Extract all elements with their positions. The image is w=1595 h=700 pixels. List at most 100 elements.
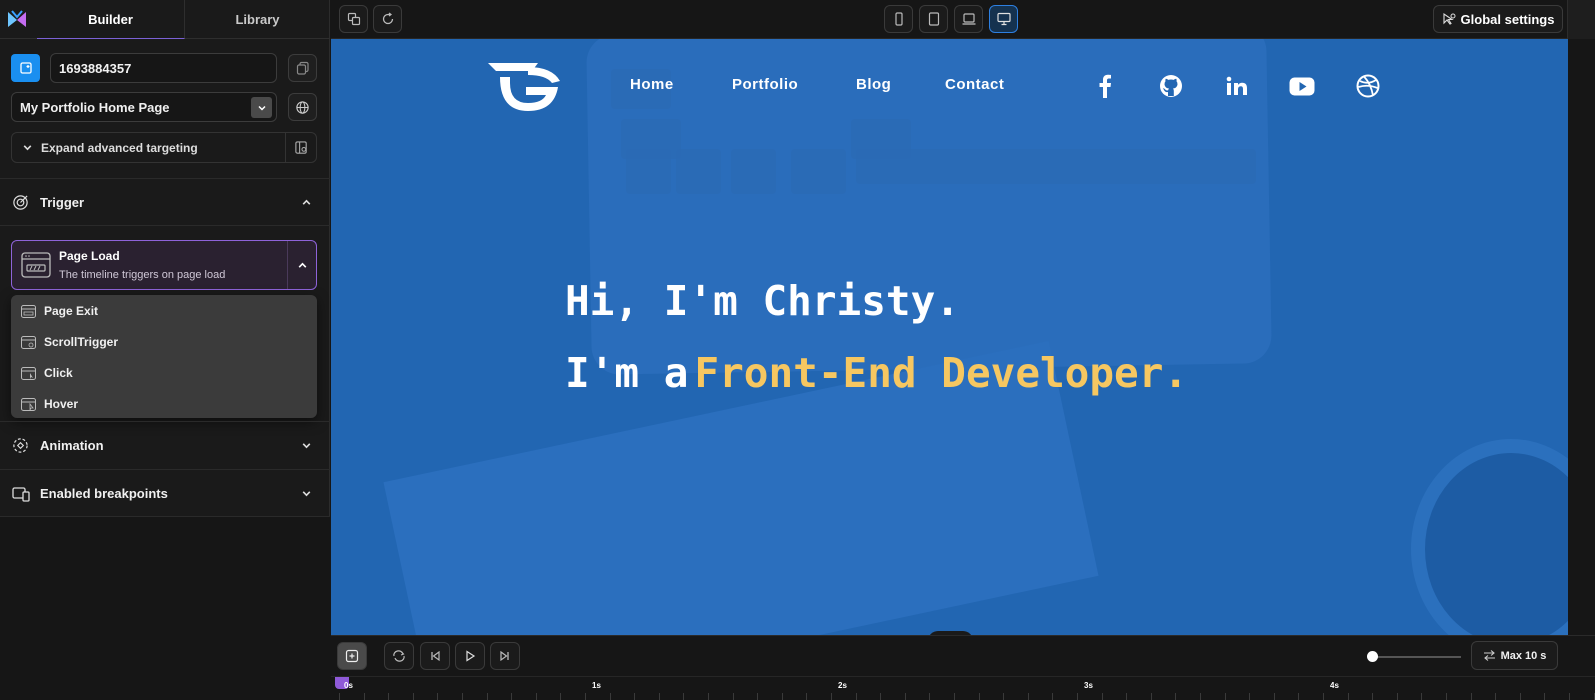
- trigger-option-label: Page Exit: [44, 304, 99, 318]
- site-nav-portfolio[interactable]: Portfolio: [732, 76, 798, 93]
- play-icon: [466, 650, 476, 662]
- reset-button[interactable]: [373, 5, 402, 33]
- add-tween-button[interactable]: [337, 642, 367, 670]
- preview-canvas[interactable]: Home Portfolio Blog Contact Hi, I'm Chri…: [331, 39, 1568, 635]
- global-settings-button[interactable]: Global settings: [1433, 5, 1563, 33]
- skip-forward-icon: [500, 650, 509, 662]
- add-target-button[interactable]: [11, 54, 40, 82]
- toolbar-corner: [1567, 0, 1595, 39]
- youtube-icon[interactable]: [1289, 73, 1315, 99]
- skip-forward-button[interactable]: [490, 642, 520, 670]
- ruler-tick: [560, 693, 562, 700]
- tab-library[interactable]: Library: [185, 0, 330, 39]
- device-laptop-button[interactable]: [954, 5, 983, 33]
- app-logo-icon: [8, 10, 26, 27]
- chevron-down-icon[interactable]: [251, 97, 272, 118]
- ruler-tick: [412, 693, 414, 700]
- device-tablet-button[interactable]: [919, 5, 948, 33]
- site-nav-contact[interactable]: Contact: [945, 76, 1004, 93]
- tab-builder[interactable]: Builder: [37, 0, 185, 39]
- max-duration-label: Max 10 s: [1500, 649, 1547, 662]
- ruler-tick: [1150, 693, 1152, 700]
- section-animation[interactable]: Animation: [0, 421, 330, 469]
- chevron-down-icon: [302, 491, 311, 497]
- loop-button[interactable]: [384, 642, 414, 670]
- ruler-tick: [1323, 693, 1324, 700]
- hero-accent-text: Front-End Developer.: [694, 349, 1189, 397]
- section-breakpoints[interactable]: Enabled breakpoints: [0, 469, 330, 517]
- zoom-slider-handle[interactable]: [1367, 651, 1378, 662]
- tablet-icon: [928, 12, 939, 26]
- ruler-tick: [585, 693, 586, 700]
- panel-search-icon: [294, 141, 307, 154]
- trigger-selector[interactable]: Page Load The timeline triggers on page …: [11, 240, 317, 290]
- ruler-tick: [757, 693, 759, 700]
- page-select[interactable]: My Portfolio Home Page: [11, 92, 277, 122]
- ruler-tick: [1446, 693, 1447, 700]
- ruler-tick: [781, 693, 783, 700]
- ruler-tick: [1372, 693, 1374, 700]
- facebook-icon[interactable]: [1092, 73, 1118, 99]
- trigger-dropdown: Page Exit ScrollTrigger Click Hover: [11, 295, 317, 418]
- app-root: Builder Library 1693884357 My Portfolio …: [0, 0, 1595, 700]
- page-id-input[interactable]: 1693884357: [50, 53, 277, 83]
- chevron-up-icon: [298, 262, 306, 268]
- max-duration-button[interactable]: Max 10 s: [1471, 641, 1558, 670]
- ruler-tick: [339, 693, 340, 700]
- keyboard-key: [626, 149, 671, 194]
- ruler-tick: [1126, 693, 1128, 700]
- device-mobile-button[interactable]: [884, 5, 913, 33]
- coffee-cup-background-image: [1411, 439, 1568, 635]
- ruler-tick: [1249, 693, 1251, 700]
- site-nav-blog[interactable]: Blog: [856, 76, 891, 93]
- timeline-panel: Max 10 s 0s 1s 2s 3s 4s: [331, 635, 1595, 700]
- ruler-tick: [708, 693, 709, 700]
- expand-advanced-targeting[interactable]: Expand advanced targeting: [11, 132, 317, 163]
- global-settings-label: Global settings: [1460, 11, 1555, 27]
- section-trigger[interactable]: Trigger: [0, 178, 330, 226]
- site-nav-home[interactable]: Home: [630, 76, 674, 93]
- laptop-icon: [962, 13, 975, 25]
- add-page-icon: [19, 62, 32, 74]
- trigger-option-click[interactable]: Click: [11, 359, 317, 387]
- ruler-label: 4s: [1330, 681, 1339, 690]
- github-icon[interactable]: [1158, 73, 1184, 99]
- trigger-option-label: Hover: [44, 397, 79, 411]
- device-desktop-button[interactable]: [989, 5, 1018, 33]
- global-target-button[interactable]: [288, 93, 317, 121]
- trigger-option-hover[interactable]: Hover: [11, 390, 317, 418]
- ruler-tick: [1470, 693, 1472, 700]
- timeline-ruler[interactable]: 0s 1s 2s 3s 4s: [331, 676, 1595, 700]
- hero-prefix: I'm a: [565, 349, 689, 397]
- trigger-option-page-exit[interactable]: Page Exit: [11, 297, 317, 325]
- dribbble-icon[interactable]: [1355, 73, 1381, 99]
- keyboard-key: [731, 149, 776, 194]
- trigger-option-scrolltrigger[interactable]: ScrollTrigger: [11, 328, 317, 356]
- ruler-tick: [831, 693, 832, 700]
- skip-back-icon: [431, 650, 440, 662]
- add-box-icon: [345, 649, 359, 663]
- ruler-tick: [388, 693, 390, 700]
- ruler-tick: [363, 693, 365, 700]
- targeting-panel-button[interactable]: [285, 133, 316, 162]
- ruler-tick: [855, 693, 857, 700]
- copy-button[interactable]: [288, 54, 317, 82]
- ruler-tick: [1396, 693, 1398, 700]
- ruler-tick: [1175, 693, 1177, 700]
- trigger-description: The timeline triggers on page load: [59, 269, 226, 281]
- ruler-tick: [1101, 693, 1103, 700]
- trigger-toggle-button[interactable]: [287, 241, 316, 289]
- linkedin-icon[interactable]: [1224, 73, 1250, 99]
- chevron-up-icon: [302, 199, 311, 205]
- ruler-tick: [1200, 693, 1201, 700]
- copy-icon: [296, 61, 309, 75]
- ruler-tick: [1052, 693, 1054, 700]
- ruler-tick: [732, 693, 734, 700]
- zoom-slider-track[interactable]: [1371, 656, 1461, 658]
- skip-back-button[interactable]: [420, 642, 450, 670]
- play-button[interactable]: [455, 642, 485, 670]
- section-animation-label: Animation: [40, 438, 104, 453]
- layers-button[interactable]: [339, 5, 368, 33]
- target-icon: [13, 195, 28, 210]
- canvas-toolbar: Global settings: [331, 0, 1595, 39]
